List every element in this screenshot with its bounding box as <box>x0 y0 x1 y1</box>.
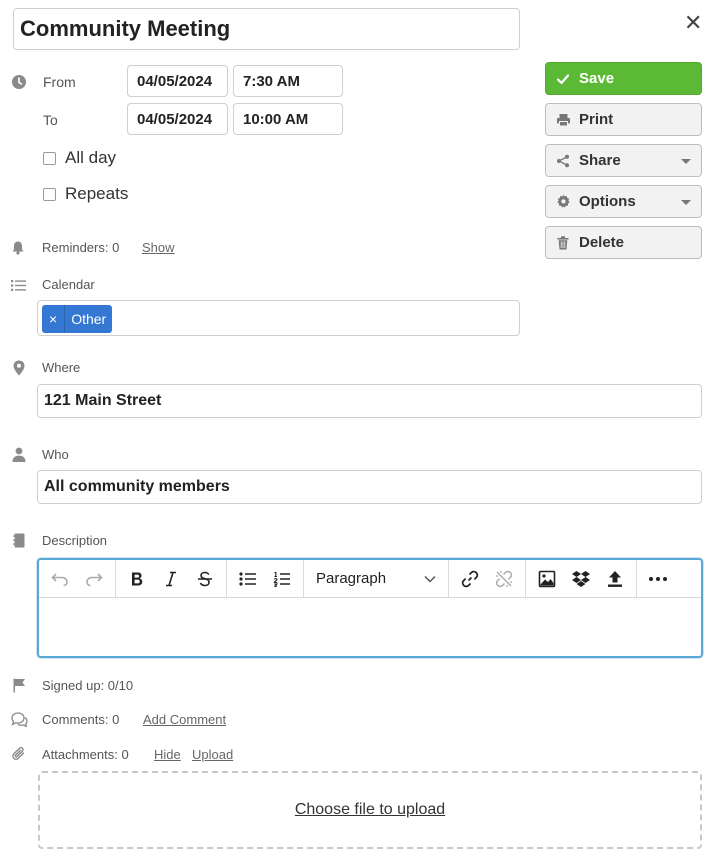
upload-icon[interactable] <box>598 564 632 594</box>
all-day-checkbox[interactable]: All day <box>43 148 116 168</box>
list-group <box>227 560 304 597</box>
person-icon <box>12 447 26 462</box>
where-input[interactable] <box>37 384 702 418</box>
share-label: Share <box>579 152 621 169</box>
reminders-show-link[interactable]: Show <box>142 240 175 255</box>
comments-label: Comments: 0 <box>42 712 120 727</box>
notebook-icon <box>13 533 25 548</box>
numbered-list-icon[interactable] <box>265 564 299 594</box>
reminders-label: Reminders: 0 <box>42 240 120 255</box>
flag-icon <box>13 678 25 693</box>
print-label: Print <box>579 111 614 128</box>
description-editor[interactable]: Paragraph <box>37 558 703 658</box>
bold-icon[interactable] <box>120 564 154 594</box>
link-icon[interactable] <box>453 564 487 594</box>
event-title-input[interactable] <box>13 8 520 50</box>
from-time-input[interactable] <box>233 65 343 97</box>
all-day-checkbox-box[interactable] <box>43 151 56 165</box>
chevron-down-icon <box>424 575 436 583</box>
unlink-icon[interactable] <box>487 564 521 594</box>
from-date-input[interactable] <box>127 65 228 97</box>
who-label: Who <box>42 447 69 462</box>
redo-icon[interactable] <box>77 564 111 594</box>
more-group <box>637 560 679 597</box>
format-group <box>116 560 227 597</box>
share-button[interactable]: Share <box>545 144 702 177</box>
attachments-label: Attachments: 0 <box>42 747 129 762</box>
bell-icon <box>12 241 24 255</box>
bullet-list-icon[interactable] <box>231 564 265 594</box>
paperclip-icon <box>12 746 25 760</box>
more-icon[interactable] <box>641 564 675 594</box>
share-icon <box>555 154 571 168</box>
image-icon[interactable] <box>530 564 564 594</box>
description-body[interactable] <box>39 598 701 656</box>
add-comment-link[interactable]: Add Comment <box>143 712 226 727</box>
trash-icon <box>555 235 571 250</box>
clock-icon <box>12 75 26 89</box>
block-group: Paragraph <box>304 560 449 597</box>
chevron-down-icon <box>681 200 691 205</box>
history-group <box>39 560 116 597</box>
file-dropzone[interactable]: Choose file to upload <box>38 771 702 849</box>
undo-icon[interactable] <box>43 564 77 594</box>
print-button[interactable]: Print <box>545 103 702 136</box>
map-pin-icon <box>13 360 25 376</box>
dropbox-icon[interactable] <box>564 564 598 594</box>
check-icon <box>555 72 571 86</box>
italic-icon[interactable] <box>154 564 188 594</box>
to-time-input[interactable] <box>233 103 343 135</box>
all-day-label: All day <box>65 148 117 167</box>
attachments-hide-link[interactable]: Hide <box>154 747 181 762</box>
repeats-checkbox[interactable]: Repeats <box>43 184 128 204</box>
calendar-tag-label: Other <box>71 311 107 327</box>
comments-icon <box>11 712 28 727</box>
editor-toolbar: Paragraph <box>39 560 701 598</box>
signed-up-label: Signed up: 0/10 <box>42 678 134 693</box>
insert-group <box>526 560 637 597</box>
choose-file-link[interactable]: Choose file to upload <box>295 801 445 819</box>
close-icon[interactable]: ✕ <box>684 12 702 34</box>
attachments-upload-link[interactable]: Upload <box>192 747 233 762</box>
delete-label: Delete <box>579 234 625 251</box>
tag-remove-button[interactable]: × <box>42 305 66 333</box>
options-label: Options <box>579 193 636 210</box>
delete-button[interactable]: Delete <box>545 226 702 259</box>
repeats-label: Repeats <box>65 184 129 203</box>
list-icon <box>11 280 26 291</box>
save-button[interactable]: Save <box>545 62 702 95</box>
paragraph-format-label: Paragraph <box>316 570 387 587</box>
chevron-down-icon <box>681 159 691 164</box>
calendar-tag: × Other <box>42 305 113 333</box>
printer-icon <box>555 113 571 127</box>
description-label: Description <box>42 533 108 548</box>
calendar-label: Calendar <box>42 277 95 292</box>
repeats-checkbox-box[interactable] <box>43 187 56 201</box>
to-label: To <box>43 112 58 128</box>
gear-icon <box>555 194 571 209</box>
save-label: Save <box>579 70 615 87</box>
where-label: Where <box>42 360 81 375</box>
link-group <box>449 560 526 597</box>
options-button[interactable]: Options <box>545 185 702 218</box>
paragraph-format-select[interactable]: Paragraph <box>308 564 444 594</box>
who-input[interactable] <box>37 470 702 504</box>
to-date-input[interactable] <box>127 103 228 135</box>
strikethrough-icon[interactable] <box>188 564 222 594</box>
from-label: From <box>43 74 76 90</box>
